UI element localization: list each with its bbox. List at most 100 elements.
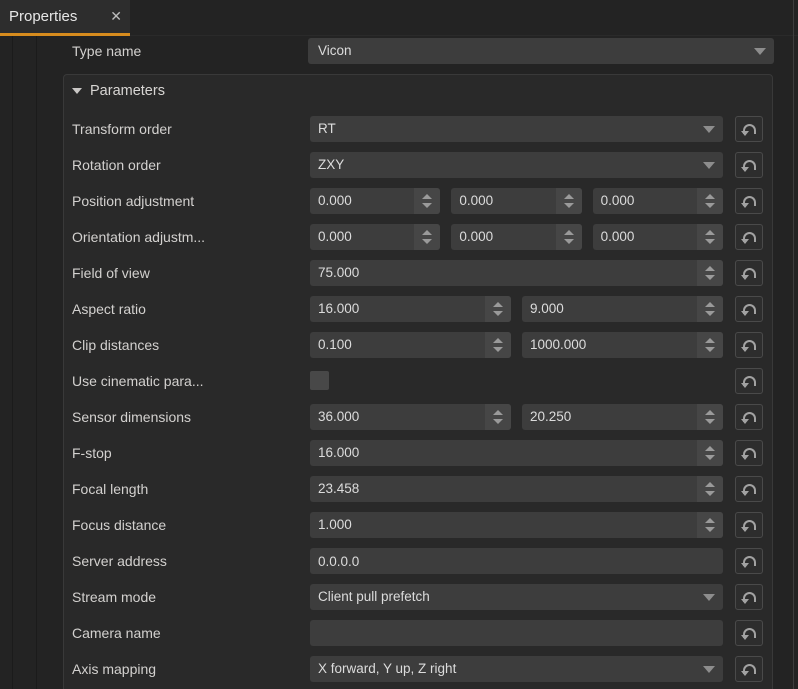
position-adjustment-spin-field-0[interactable]: 0.000	[310, 188, 440, 214]
transform-order-dropdown[interactable]: RT	[310, 116, 723, 142]
spin-down-icon[interactable]	[705, 275, 715, 280]
aspect-ratio-reset-button[interactable]	[735, 296, 763, 322]
sensor-dimensions-reset-button[interactable]	[735, 404, 763, 430]
rotation-order-reset-button[interactable]	[735, 152, 763, 178]
spin-down-icon[interactable]	[564, 239, 574, 244]
parameters-section-header[interactable]: Parameters	[72, 81, 165, 101]
spin-up-icon[interactable]	[705, 230, 715, 235]
dropdown-arrow-icon	[703, 162, 715, 169]
use-cinematic-parameters-reset-button[interactable]	[735, 368, 763, 394]
spin-up-icon[interactable]	[493, 410, 503, 415]
spinner-control[interactable]	[697, 404, 723, 430]
spinner-control[interactable]	[697, 188, 723, 214]
position-adjustment-value-2: 0.000	[601, 188, 635, 214]
focus-distance-spin-field-0[interactable]: 1.000	[310, 512, 723, 538]
spin-up-icon[interactable]	[705, 266, 715, 271]
spin-up-icon[interactable]	[564, 194, 574, 199]
position-adjustment-reset-button[interactable]	[735, 188, 763, 214]
axis-mapping-reset-button[interactable]	[735, 656, 763, 682]
spinner-control[interactable]	[697, 260, 723, 286]
spin-down-icon[interactable]	[422, 203, 432, 208]
focal-length-reset-button[interactable]	[735, 476, 763, 502]
spin-up-icon[interactable]	[705, 194, 715, 199]
orientation-adjustment-spin-field-0[interactable]: 0.000	[310, 224, 440, 250]
sensor-dimensions-spin-field-0[interactable]: 36.000	[310, 404, 511, 430]
spin-up-icon[interactable]	[705, 410, 715, 415]
dropdown-arrow-icon	[703, 666, 715, 673]
spinner-control[interactable]	[485, 332, 511, 358]
property-row-axis-mapping: Axis mappingX forward, Y up, Z right	[0, 656, 798, 682]
position-adjustment-spin-field-2[interactable]: 0.000	[593, 188, 723, 214]
spinner-control[interactable]	[414, 188, 440, 214]
spin-down-icon[interactable]	[493, 419, 503, 424]
server-address-input[interactable]	[310, 548, 723, 574]
property-row-orientation-adjustment: Orientation adjustm...0.0000.0000.000	[0, 224, 798, 250]
spin-down-icon[interactable]	[705, 491, 715, 496]
spinner-control[interactable]	[697, 296, 723, 322]
spin-up-icon[interactable]	[493, 338, 503, 343]
position-adjustment-spin-field-1[interactable]: 0.000	[451, 188, 581, 214]
camera-name-input[interactable]	[310, 620, 723, 646]
spin-up-icon[interactable]	[705, 518, 715, 523]
spinner-control[interactable]	[697, 332, 723, 358]
spin-up-icon[interactable]	[564, 230, 574, 235]
tab-properties[interactable]: Properties ✕	[0, 0, 130, 33]
spin-up-icon[interactable]	[422, 230, 432, 235]
spinner-control[interactable]	[697, 224, 723, 250]
field-of-view-spin-field-0[interactable]: 75.000	[310, 260, 723, 286]
spinner-control[interactable]	[485, 404, 511, 430]
spin-down-icon[interactable]	[705, 203, 715, 208]
orientation-adjustment-reset-button[interactable]	[735, 224, 763, 250]
spinner-control[interactable]	[697, 476, 723, 502]
clip-distances-spin-field-1[interactable]: 1000.000	[522, 332, 723, 358]
orientation-adjustment-spin-field-1[interactable]: 0.000	[451, 224, 581, 250]
spin-down-icon[interactable]	[705, 311, 715, 316]
reset-undo-icon	[742, 303, 756, 316]
spin-down-icon[interactable]	[422, 239, 432, 244]
spin-down-icon[interactable]	[705, 527, 715, 532]
focal-length-spin-field-0[interactable]: 23.458	[310, 476, 723, 502]
focus-distance-reset-button[interactable]	[735, 512, 763, 538]
spin-down-icon[interactable]	[705, 419, 715, 424]
aspect-ratio-spin-field-0[interactable]: 16.000	[310, 296, 511, 322]
spin-up-icon[interactable]	[422, 194, 432, 199]
spin-down-icon[interactable]	[493, 311, 503, 316]
spin-down-icon[interactable]	[705, 239, 715, 244]
stream-mode-reset-button[interactable]	[735, 584, 763, 610]
spinner-control[interactable]	[697, 440, 723, 466]
server-address-reset-button[interactable]	[735, 548, 763, 574]
f-stop-reset-button[interactable]	[735, 440, 763, 466]
type-name-dropdown[interactable]: Vicon	[308, 38, 774, 64]
spin-up-icon[interactable]	[705, 338, 715, 343]
spin-down-icon[interactable]	[705, 347, 715, 352]
parameters-section-title: Parameters	[90, 83, 165, 99]
clip-distances-reset-button[interactable]	[735, 332, 763, 358]
sensor-dimensions-spin-field-1[interactable]: 20.250	[522, 404, 723, 430]
spinner-control[interactable]	[485, 296, 511, 322]
reset-undo-icon	[742, 483, 756, 496]
spinner-control[interactable]	[697, 512, 723, 538]
spin-up-icon[interactable]	[705, 482, 715, 487]
aspect-ratio-spin-field-1[interactable]: 9.000	[522, 296, 723, 322]
rotation-order-dropdown[interactable]: ZXY	[310, 152, 723, 178]
reset-undo-icon	[742, 123, 756, 136]
spin-down-icon[interactable]	[564, 203, 574, 208]
spin-down-icon[interactable]	[705, 455, 715, 460]
use-cinematic-parameters-checkbox[interactable]	[310, 371, 329, 390]
camera-name-reset-button[interactable]	[735, 620, 763, 646]
spin-up-icon[interactable]	[705, 302, 715, 307]
transform-order-reset-button[interactable]	[735, 116, 763, 142]
spin-up-icon[interactable]	[705, 446, 715, 451]
spinner-control[interactable]	[414, 224, 440, 250]
axis-mapping-dropdown[interactable]: X forward, Y up, Z right	[310, 656, 723, 682]
clip-distances-spin-field-0[interactable]: 0.100	[310, 332, 511, 358]
orientation-adjustment-spin-field-2[interactable]: 0.000	[593, 224, 723, 250]
spinner-control[interactable]	[556, 224, 582, 250]
f-stop-spin-field-0[interactable]: 16.000	[310, 440, 723, 466]
spin-down-icon[interactable]	[493, 347, 503, 352]
spin-up-icon[interactable]	[493, 302, 503, 307]
stream-mode-dropdown[interactable]: Client pull prefetch	[310, 584, 723, 610]
spinner-control[interactable]	[556, 188, 582, 214]
close-icon[interactable]: ✕	[110, 0, 122, 33]
field-of-view-reset-button[interactable]	[735, 260, 763, 286]
